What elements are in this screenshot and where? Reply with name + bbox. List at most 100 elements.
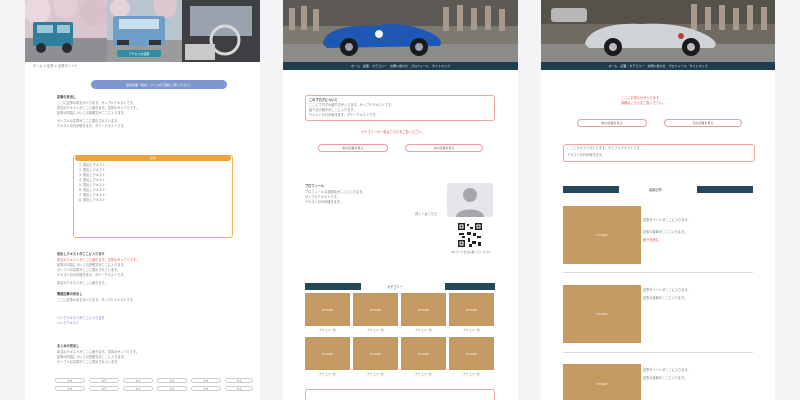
toc-item[interactable]: 4. 見出しテキスト	[79, 178, 105, 183]
nav-item[interactable]: カテゴリー	[372, 64, 387, 68]
category-thumb[interactable]: Image	[401, 293, 446, 326]
tag-button[interactable]: タグ	[191, 378, 221, 383]
body-line: テキストの行が続きます。ダミーテキストです。	[57, 124, 127, 128]
thumb-caption[interactable]: カテゴリー名	[449, 328, 494, 332]
red-notice[interactable]: ここにお知らせが入ります。	[621, 96, 662, 101]
section-bar	[697, 186, 753, 193]
thumb-caption[interactable]: カテゴリー名	[353, 372, 398, 376]
tag-button[interactable]: タグ	[55, 386, 85, 391]
post-title[interactable]: 記事タイトルがここに入ります。	[643, 368, 691, 373]
read-more-link[interactable]: 続きを読む	[643, 238, 659, 243]
nav-item[interactable]: プロフィール	[669, 64, 687, 68]
tag-button[interactable]: タグ	[123, 378, 153, 383]
body-line: 記事の内容についての説明文がここに入ります。	[57, 111, 127, 115]
category-thumb[interactable]: Image	[305, 293, 350, 326]
toc-item[interactable]: 5. 見出しテキスト	[79, 183, 105, 188]
body-line: テキストの行が続きます。ダミーテキストです。	[57, 273, 127, 277]
post-title[interactable]: 記事タイトルがここに入ります。	[643, 218, 691, 223]
red-notice[interactable]: 詳細はこちらをご覧ください。	[621, 101, 666, 106]
section-title: 記事の見出し	[57, 95, 77, 99]
thumb-caption[interactable]: カテゴリー名	[305, 328, 350, 332]
red-notice[interactable]: カテゴリーの一覧はこちらをご覧ください。	[361, 130, 425, 135]
toc-item[interactable]: 1. 見出しテキスト	[79, 163, 105, 168]
nav-item[interactable]: お問い合わせ	[647, 64, 665, 68]
toc-item[interactable]: 8. 見出しテキスト	[79, 198, 105, 203]
profile-line: テキストの行が続きます。	[305, 200, 343, 204]
related-link[interactable]: リンクテキスト	[57, 321, 79, 326]
body-line: サンプルの文章がここに表示されています。	[57, 360, 121, 364]
heading-2: 見出しテキストがここに入ります	[57, 252, 105, 256]
body-line: 記事の内容についての説明文がここに入ります。	[57, 355, 127, 359]
post-title[interactable]: 記事タイトルがここに入ります。	[643, 288, 691, 293]
section-bar	[445, 283, 495, 290]
nav-item[interactable]: ホーム	[609, 64, 618, 68]
qr-caption: QRコードを読み取ってください	[450, 250, 492, 254]
post-thumb[interactable]: Image	[563, 206, 641, 264]
category-thumb[interactable]: Image	[353, 293, 398, 326]
tag-button[interactable]: タグ	[89, 386, 119, 391]
body-line: ここに記事の本文が入ります。サンプルテキストです。	[57, 101, 136, 105]
breadcrumb[interactable]: ホーム > 記事 > 記事タイトル	[33, 64, 77, 69]
category-label: カテゴリー	[387, 285, 403, 289]
nav-item[interactable]: 記事	[363, 64, 369, 68]
next-post-button[interactable]: 次の記事を見る	[405, 144, 483, 152]
category-thumb[interactable]: Image	[353, 337, 398, 370]
divider	[563, 352, 753, 353]
body-line: サンプルの文章がここに表示されています。	[57, 119, 121, 123]
notice-pill[interactable]: 最新記事一覧は、ページの下部をご覧ください。	[91, 80, 227, 89]
section-bar	[305, 283, 361, 290]
related-link[interactable]: リンクテキストがここに入ります	[57, 316, 105, 321]
nav-item[interactable]: サイトマップ	[432, 64, 450, 68]
hero-image	[541, 0, 775, 62]
category-thumb[interactable]: Image	[449, 337, 494, 370]
prev-post-button[interactable]: 前の記事を見る	[577, 119, 647, 127]
info-line: テキストの行が続きます。	[567, 153, 605, 157]
thumb-caption[interactable]: カテゴリー名	[449, 372, 494, 376]
recent-posts-label: 最新記事	[649, 188, 662, 192]
post-excerpt: 記事の抜粋がここに入ります。	[643, 376, 688, 380]
profile-line: サンプルテキストです。	[305, 195, 340, 199]
post-thumb[interactable]: Image	[563, 364, 641, 400]
category-thumb[interactable]: Image	[401, 337, 446, 370]
intro-title: このブログについて	[309, 98, 338, 102]
nav-item[interactable]: カテゴリー	[629, 64, 644, 68]
category-thumb[interactable]: Image	[449, 293, 494, 326]
tag-button[interactable]: タグ	[55, 378, 85, 383]
next-post-button[interactable]: 次の記事を見る	[664, 119, 742, 127]
heading-4: まとめの見出し	[57, 344, 80, 348]
body-line: ここに記事の本文が入ります。サンプルテキストです。	[57, 298, 136, 302]
nav-item[interactable]: サイトマップ	[689, 64, 707, 68]
nav-item[interactable]: お問い合わせ	[390, 64, 408, 68]
prev-post-button[interactable]: 前の記事を見る	[318, 144, 388, 152]
body-line: 本文のテキストがここに続きます。文章のサンプルです。	[57, 350, 140, 354]
toc-item[interactable]: 7. 見出しテキスト	[79, 193, 105, 198]
toc-item[interactable]: 6. 見出しテキスト	[79, 188, 105, 193]
tag-button[interactable]: タグ	[191, 386, 221, 391]
toc-title: 目次	[75, 155, 231, 161]
thumb-caption[interactable]: カテゴリー名	[305, 372, 350, 376]
intro-line: ここにブログの紹介文が入ります。サンプルテキストです。	[309, 103, 395, 107]
thumb-caption[interactable]: カテゴリー名	[401, 372, 446, 376]
toc-item[interactable]: 2. 見出しテキスト	[79, 168, 105, 173]
thumb-caption[interactable]: カテゴリー名	[353, 328, 398, 332]
profile-link[interactable]: 詳しくはこちら	[415, 212, 437, 217]
nav-item[interactable]: プロフィール	[411, 64, 429, 68]
category-thumb[interactable]: Image	[305, 337, 350, 370]
footer-box	[305, 389, 495, 400]
avatar	[447, 183, 493, 217]
tag-button[interactable]: タグ	[157, 378, 187, 383]
thumb-caption[interactable]: カテゴリー名	[401, 328, 446, 332]
profile-name: プロフィール	[305, 184, 325, 188]
tag-button[interactable]: タグ	[157, 386, 187, 391]
toc-item[interactable]: 3. 見出しテキスト	[79, 173, 105, 178]
nav-item[interactable]: ホーム	[351, 64, 360, 68]
nav-item[interactable]: 記事	[620, 64, 626, 68]
tag-button[interactable]: タグ	[225, 378, 253, 383]
page-screenshot-2: ホーム 記事 カテゴリー お問い合わせ プロフィール サイトマップ このブログに…	[283, 0, 518, 400]
tag-button[interactable]: タグ	[123, 386, 153, 391]
hero-caption: アクセスの結果	[117, 50, 161, 57]
tag-button[interactable]: タグ	[89, 378, 119, 383]
tag-button[interactable]: タグ	[225, 386, 253, 391]
intro-line: テキストの行が続きます。ダミーテキストです。	[309, 113, 379, 117]
post-thumb[interactable]: Image	[563, 285, 641, 343]
